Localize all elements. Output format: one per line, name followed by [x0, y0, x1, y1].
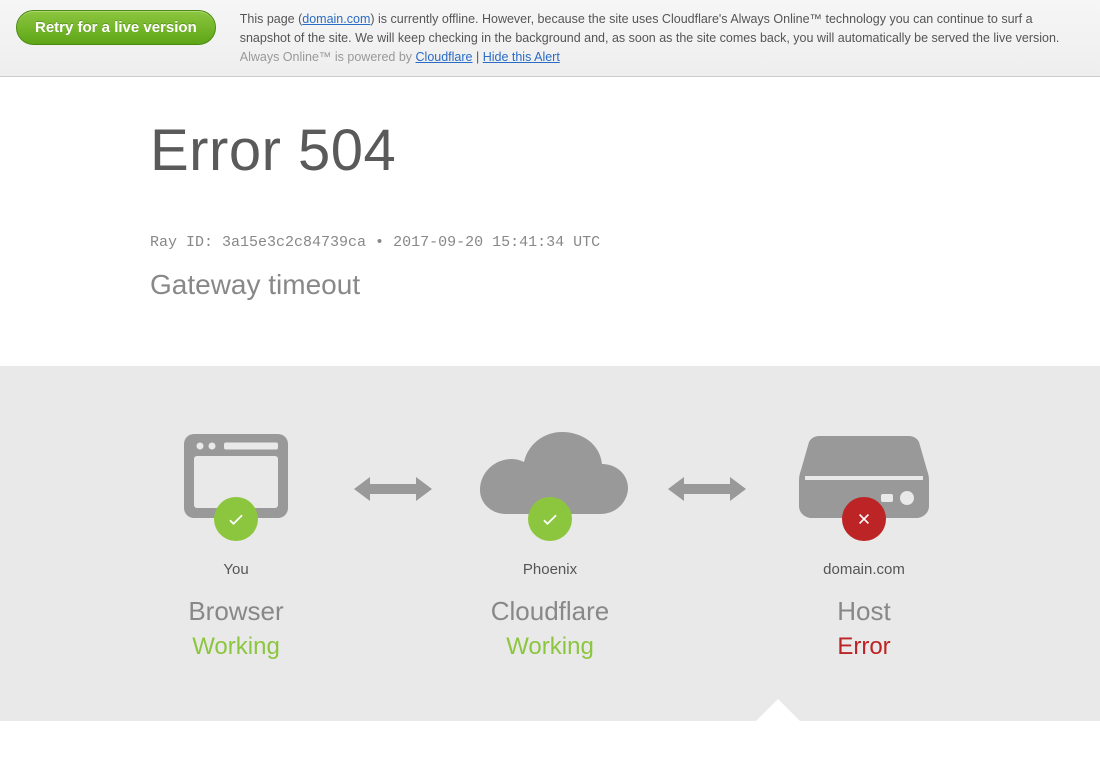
retry-button[interactable]: Retry for a live version — [16, 10, 216, 45]
node-cloudflare: Phoenix Cloudflare Working — [450, 426, 650, 661]
double-arrow-icon — [354, 444, 432, 534]
error-subtitle: Gateway timeout — [150, 269, 950, 301]
connection-diagram: You Browser Working Phoenix Cloudflare W… — [0, 366, 1100, 721]
error-title: Error 504 — [150, 117, 950, 184]
separator: | — [473, 50, 483, 64]
node-status: Working — [450, 633, 650, 661]
pointer-arrow-icon — [756, 699, 800, 721]
ray-id-line: Ray ID: 3a15e3c2c84739ca • 2017-09-20 15… — [150, 234, 950, 251]
double-arrow-icon — [668, 444, 746, 534]
cloudflare-link[interactable]: Cloudflare — [416, 50, 473, 64]
node-host: domain.com Host Error — [764, 426, 964, 661]
always-online-alert: Retry for a live version This page (doma… — [0, 0, 1100, 77]
node-status: Working — [136, 633, 336, 661]
powered-by-prefix: Always Online™ is powered by — [240, 50, 416, 64]
node-mid-label: Host — [764, 596, 964, 627]
bullet: • — [366, 234, 393, 251]
alert-message: This page (domain.com) is currently offl… — [240, 10, 1084, 66]
node-browser: You Browser Working — [136, 426, 336, 661]
ray-prefix: Ray ID: — [150, 234, 222, 251]
check-badge-icon — [214, 497, 258, 541]
node-top-label: domain.com — [764, 561, 964, 578]
hide-alert-link[interactable]: Hide this Alert — [483, 50, 560, 64]
node-top-label: You — [136, 561, 336, 578]
node-mid-label: Cloudflare — [450, 596, 650, 627]
check-badge-icon — [528, 497, 572, 541]
node-mid-label: Browser — [136, 596, 336, 627]
ray-id: 3a15e3c2c84739ca — [222, 234, 366, 251]
node-status: Error — [764, 633, 964, 661]
domain-link[interactable]: domain.com — [302, 12, 370, 26]
error-header: Error 504 Ray ID: 3a15e3c2c84739ca • 201… — [0, 77, 1100, 341]
timestamp: 2017-09-20 15:41:34 UTC — [393, 234, 600, 251]
error-badge-icon — [842, 497, 886, 541]
node-top-label: Phoenix — [450, 561, 650, 578]
alert-text-part: This page ( — [240, 12, 303, 26]
